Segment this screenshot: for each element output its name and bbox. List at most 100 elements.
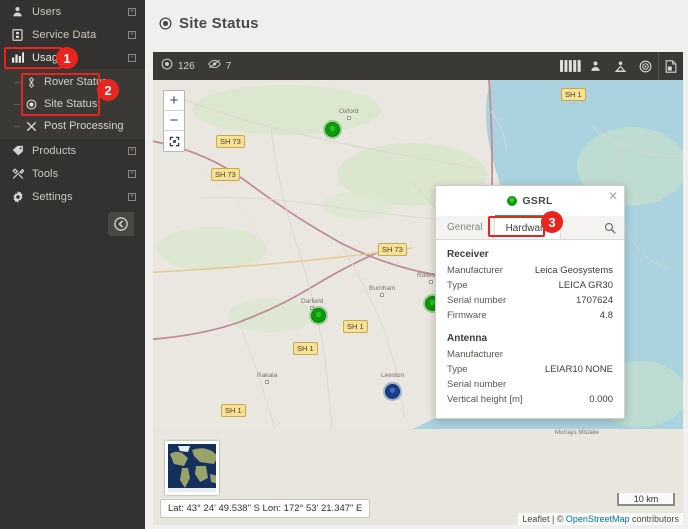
section-title-receiver: Receiver [447,249,489,260]
visible-site-count: 126 [178,60,195,72]
world-map-thumbnail [168,444,216,492]
person-icon[interactable] [583,52,608,80]
sidebar-item-tools[interactable]: Tools + [0,162,145,185]
map-attribution: Leaflet | © OpenStreetMap contributors [518,513,683,525]
zoom-in-button[interactable]: + [164,91,184,111]
detail-label: Firmware [447,310,487,321]
openstreetmap-link[interactable]: OpenStreetMap [566,514,630,524]
annotation-badge-2: 2 [97,79,119,101]
site-marker[interactable] [385,384,400,399]
fullscreen-button[interactable] [164,131,184,151]
town-name: Rakaia [257,372,278,379]
tools-icon [10,167,25,181]
detail-value: Leica Geosystems [534,265,613,276]
page-title: Site Status [179,14,259,32]
expander-icon[interactable]: + [128,146,136,155]
target-icon[interactable] [633,52,658,80]
town-marker [428,280,433,284]
highway-shield: SH 1 [221,404,246,417]
detail-label: Vertical height [m] [447,394,523,405]
sidebar-item-post-processing[interactable]: Post Processing [0,115,145,137]
detail-row: Manufacturer Leica Geosystems [447,263,613,278]
site-marker[interactable] [311,308,326,323]
detail-row: Serial number 1707624 [447,293,613,308]
gear-icon [10,190,25,204]
detail-label: Type [447,364,468,375]
expander-icon[interactable]: + [128,192,136,201]
sidebar-collapse-button[interactable] [108,212,134,236]
signal-bars-icon[interactable] [558,52,583,80]
tab-general[interactable]: General [436,216,495,239]
town-label: Burnham [369,285,395,297]
sidebar-item-label: Service Data [32,28,97,41]
detail-label: Type [447,280,468,291]
highway-shield: SH 1 [561,88,586,101]
page-header: Site Status [145,0,688,46]
close-icon[interactable]: ✕ [608,190,618,202]
sidebar-subitem-label: Site Status [44,98,98,110]
detail-label: Serial number [447,295,507,306]
sidebar-item-products[interactable]: Products + [0,139,145,162]
annotation-badge-1: 1 [56,47,78,69]
highway-shield: SH 1 [293,342,318,355]
detail-value: 1707624 [576,295,613,306]
highway-shield: SH 1 [343,320,368,333]
detail-row: Type LEICA GR30 [447,278,613,293]
document-icon[interactable] [658,52,683,80]
zoom-out-button[interactable]: − [164,111,184,131]
toolbar-counts: 126 7 [161,57,239,75]
detail-label: Manufacturer [447,265,503,276]
map-toolbar: 126 7 [153,52,683,80]
expander-icon[interactable]: + [128,7,136,16]
sidebar-item-label: Users [32,5,62,18]
town-label: Rakaia [257,372,277,384]
town-marker [265,380,270,384]
minimap-overview[interactable] [165,441,219,495]
eye-slash-icon [207,57,221,75]
detail-value: 0.000 [589,394,613,405]
sidebar-item-users[interactable]: Users + [0,0,145,23]
detail-row: Manufacturer [447,347,613,362]
sidebar-item-service-data[interactable]: Service Data + [0,23,145,46]
sidebar-item-site-status[interactable]: Site Status [0,93,145,115]
detail-label: Manufacturer [447,349,503,360]
site-marker[interactable] [325,122,340,137]
highway-shield: SH 73 [378,243,407,256]
collapser-icon[interactable]: - [128,53,136,62]
attribution-prefix: Leaflet | © [522,514,566,524]
antenna-icon[interactable] [608,52,633,80]
map-scale-bar: 10 km [617,493,675,506]
sidebar-item-label: Settings [32,190,73,203]
popup-tabs: General Hardware [436,215,624,240]
site-detail-popup: GSRL ✕ General Hardware Receiver Manufac… [435,185,625,419]
map-container[interactable]: + − SH 1 SH 73 SH 73 SH 73 SH 1 SH 1 SH … [153,80,683,525]
town-name: Oxford [339,108,359,115]
sidebar-subitem-label: Post Processing [44,120,124,132]
tag-icon [10,144,25,158]
town-marker [346,116,351,120]
town-name: Burnham [369,285,396,292]
crosshair-icon [24,76,38,88]
search-icon[interactable] [596,216,624,239]
expander-icon[interactable]: + [128,30,136,39]
sidebar-item-rover-status[interactable]: Rover Status [0,71,145,93]
town-label: Leeston [381,372,404,379]
highway-shield: SH 73 [216,135,245,148]
main-content: Site Status 126 7 + − SH 1 SH 73 SH 73 S… [145,0,688,529]
detail-label: Serial number [447,379,507,390]
annotation-badge-3: 3 [541,211,563,233]
tree-tick [14,126,20,127]
sidebar-item-settings[interactable]: Settings + [0,185,145,208]
section-title-antenna: Antenna [447,333,487,344]
sidebar-item-label: Tools [32,167,59,180]
x-icon [24,121,38,132]
chart-bar-icon [10,51,25,65]
expander-icon[interactable]: + [128,169,136,178]
town-name: Murrays Mistake [555,430,600,436]
detail-row: Type LEIAR10 NONE [447,362,613,377]
attribution-suffix: contributors [629,514,679,524]
tree-tick [14,104,20,105]
application-window: Users + Service Data + Usage - Rover Sta… [0,0,688,529]
usage-submenu: Rover Status Site Status Post Processing [0,69,145,139]
